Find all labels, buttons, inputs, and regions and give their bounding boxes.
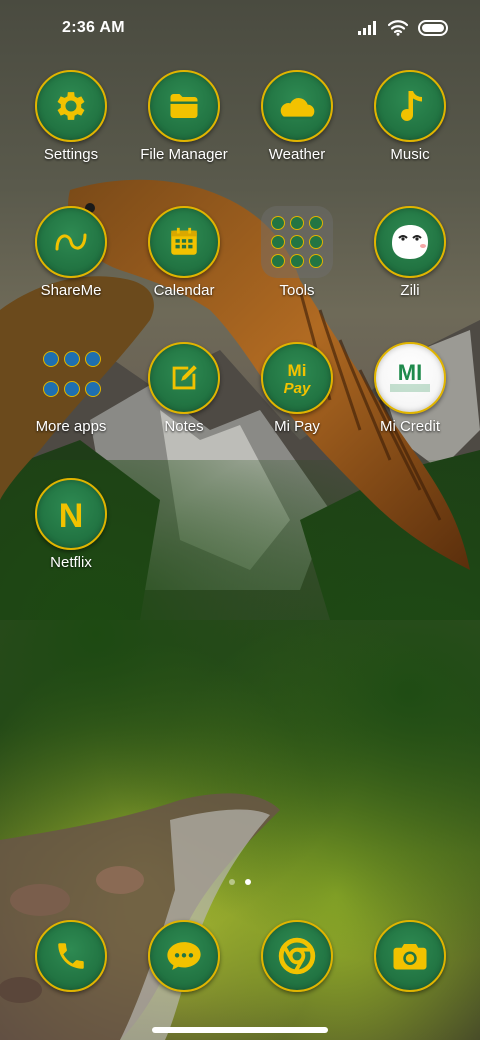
svg-text:Pay: Pay	[284, 380, 311, 397]
facebook-icon	[64, 351, 80, 367]
notes-icon[interactable]	[148, 342, 220, 414]
app-calendar[interactable]: Calendar	[129, 206, 239, 326]
security-icon	[271, 235, 285, 249]
app-label: Calendar	[153, 282, 215, 299]
app-label: Netflix	[50, 554, 92, 571]
home-indicator-bar[interactable]	[152, 1027, 328, 1033]
app-label: Weather	[268, 146, 326, 163]
phone-icon[interactable]	[35, 920, 107, 992]
themes-icon	[290, 254, 304, 268]
app-label: ShareMe	[40, 282, 102, 299]
app-netflix[interactable]: N Netflix	[16, 478, 126, 598]
app-mini-icon	[64, 380, 80, 397]
app-label: File Manager	[140, 146, 228, 163]
app-label: Music	[390, 146, 430, 163]
app-weather[interactable]: Weather	[242, 70, 352, 190]
svg-text:MI: MI	[398, 360, 422, 385]
tools-folder-icon[interactable]	[261, 206, 333, 278]
calendar-icon[interactable]	[148, 206, 220, 278]
weather-cloud-icon[interactable]	[261, 70, 333, 142]
page-dot[interactable]	[229, 879, 235, 885]
chrome-icon[interactable]	[261, 920, 333, 992]
app-label: Mi Pay	[274, 418, 320, 435]
svg-text:Mi: Mi	[288, 361, 307, 380]
app-label: Tools	[279, 282, 315, 299]
app-mini-icon	[85, 380, 101, 397]
more-apps-folder-icon[interactable]	[35, 342, 107, 414]
battery-icon	[418, 20, 448, 36]
mi-credit-icon[interactable]: MI	[374, 342, 446, 414]
clock-icon	[309, 216, 323, 230]
app-more-apps-folder[interactable]: More apps	[16, 342, 126, 462]
scanner-icon	[290, 216, 304, 230]
netflix-n-glyph: N	[59, 497, 84, 534]
camera-icon[interactable]	[374, 920, 446, 992]
mi-pay-icon[interactable]: Mi Pay	[261, 342, 333, 414]
app-shareme[interactable]: ShareMe	[16, 206, 126, 326]
app-label: Mi Credit	[379, 418, 440, 435]
status-time: 2:36 AM	[62, 19, 125, 36]
app-mini-icon	[85, 351, 101, 367]
app-label: Zili	[400, 282, 420, 299]
music-note-icon[interactable]	[374, 70, 446, 142]
wallpaper-river	[0, 793, 280, 1040]
shareme-icon[interactable]	[35, 206, 107, 278]
mail-icon	[271, 254, 285, 268]
linkedin-icon	[43, 380, 59, 397]
contacts-icon	[271, 216, 285, 230]
app-file-manager[interactable]: File Manager	[129, 70, 239, 190]
app-notes[interactable]: Notes	[129, 342, 239, 462]
compass-icon	[309, 254, 323, 268]
page-dot-active[interactable]	[245, 879, 251, 885]
status-icons	[358, 18, 450, 38]
gear-icon[interactable]	[35, 70, 107, 142]
dock-browser[interactable]	[261, 920, 333, 992]
recorder-icon	[290, 235, 304, 249]
app-label: Notes	[164, 418, 204, 435]
app-zili[interactable]: Zili	[355, 206, 465, 326]
app-tools-folder[interactable]: Tools	[242, 206, 352, 326]
app-mi-credit[interactable]: MI Mi Credit	[355, 342, 465, 462]
app-label: More apps	[35, 418, 107, 435]
app-label: Settings	[43, 146, 99, 163]
screen-recorder-icon	[309, 235, 323, 249]
folder-icon[interactable]	[148, 70, 220, 142]
zili-face-icon[interactable]	[374, 206, 446, 278]
app-settings[interactable]: Settings	[16, 70, 126, 190]
dock-phone[interactable]	[35, 920, 107, 992]
netflix-icon[interactable]: N	[35, 478, 107, 550]
app-mini-icon	[43, 351, 59, 367]
wifi-icon	[388, 20, 408, 36]
status-bar: 2:36 AM	[0, 0, 480, 56]
dock-camera[interactable]	[374, 920, 446, 992]
message-icon[interactable]	[148, 920, 220, 992]
page-indicator	[0, 879, 480, 885]
app-mi-pay[interactable]: Mi Pay Mi Pay	[242, 342, 352, 462]
signal-icon	[358, 21, 376, 35]
app-music[interactable]: Music	[355, 70, 465, 190]
dock-messages[interactable]	[148, 920, 220, 992]
